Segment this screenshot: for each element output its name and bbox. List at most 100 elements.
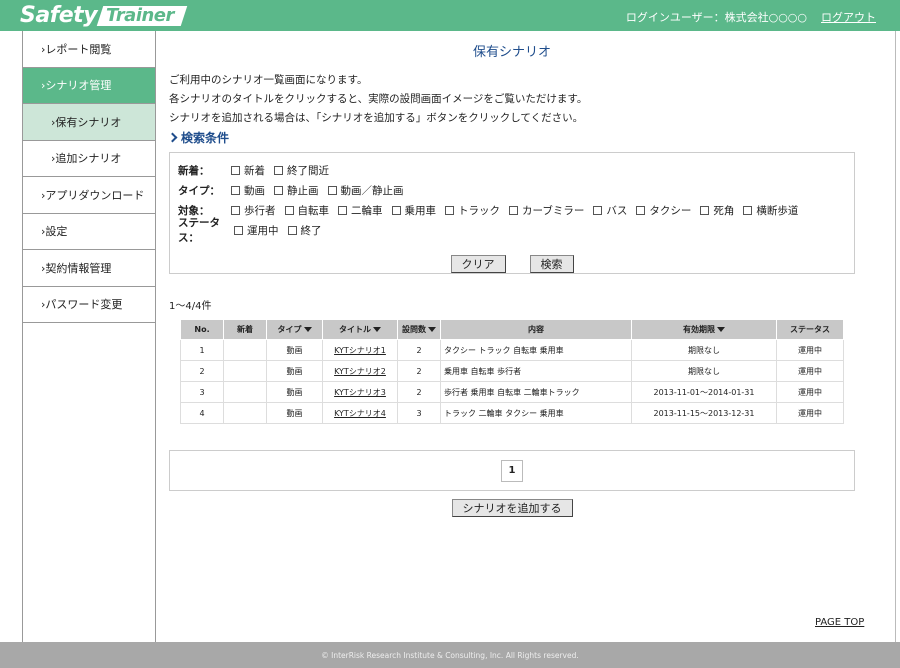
checkbox-blind-spot[interactable]: 死角 xyxy=(700,203,734,218)
pager: 1 xyxy=(169,450,855,491)
page-number-current[interactable]: 1 xyxy=(501,459,523,482)
logout-link[interactable]: ログアウト xyxy=(821,9,876,25)
checkbox-icon[interactable] xyxy=(327,185,337,195)
sidebar-item-additional-scenarios[interactable]: ›追加シナリオ xyxy=(23,140,155,177)
safety-trainer-logo[interactable]: Safety Trainer xyxy=(20,2,188,29)
checkbox-icon[interactable] xyxy=(274,165,283,175)
scenario-title-link[interactable]: KYTシナリオ2 xyxy=(334,367,386,376)
checkbox-label: 歩行者 xyxy=(244,204,276,217)
sidebar-item-password-change[interactable]: ›パスワード変更 xyxy=(23,286,155,323)
checkbox-motorcycle[interactable]: 二輪車 xyxy=(338,203,383,218)
sidebar-item-scenario-management[interactable]: ›シナリオ管理 xyxy=(23,67,155,104)
clear-button[interactable]: クリア xyxy=(450,255,506,273)
checkbox-truck[interactable]: トラック xyxy=(445,203,500,218)
checkbox-ending-soon[interactable]: 終了間近 xyxy=(274,163,329,178)
page-top-link[interactable]: PAGE TOP xyxy=(815,617,864,628)
logo-trainer-box: Trainer xyxy=(96,5,188,26)
checkbox-car[interactable]: 乗用車 xyxy=(391,203,436,218)
col-header-content: 内容 xyxy=(440,319,632,340)
checkbox-icon[interactable] xyxy=(231,165,240,175)
cell-new xyxy=(223,402,267,424)
scenario-title-link[interactable]: KYTシナリオ4 xyxy=(334,409,386,418)
checkbox-bus[interactable]: バス xyxy=(593,203,627,218)
cell-no: 1 xyxy=(180,339,224,361)
description-line: 各シナリオのタイトルをクリックすると、実際の設問画面イメージをご覧いただけます。 xyxy=(169,93,588,105)
col-header-new: 新着 xyxy=(223,319,267,340)
sort-down-icon[interactable] xyxy=(428,327,436,332)
checkbox-icon[interactable] xyxy=(231,185,240,195)
sidebar-item-report[interactable]: ›レポート閲覧 xyxy=(23,31,155,68)
scenario-title-link[interactable]: KYTシナリオ3 xyxy=(334,388,386,397)
col-header-expiry[interactable]: 有効期限 xyxy=(631,319,777,340)
table-header-row: No. 新着 タイプ タイトル 設問数 内容 有効期限 ステータス xyxy=(180,319,844,340)
checkbox-label: バス xyxy=(606,204,628,217)
sidebar-item-app-download[interactable]: ›アプリダウンロード xyxy=(23,177,155,214)
search-button[interactable]: 検索 xyxy=(529,255,574,273)
header-user-area: ログインユーザー：株式会社○○○○ ログアウト xyxy=(626,9,876,25)
col-header-status: ステータス xyxy=(776,319,844,340)
sidebar-item-settings[interactable]: ›設定 xyxy=(23,213,155,250)
checkbox-pedestrian[interactable]: 歩行者 xyxy=(231,203,276,218)
checkbox-bicycle[interactable]: 自転車 xyxy=(284,203,329,218)
filter-row-new: 新着： 新着 終了間近 xyxy=(178,160,846,180)
cell-expiry: 2013-11-15～2013-12-31 xyxy=(631,402,777,424)
cell-status: 運用中 xyxy=(776,402,844,424)
add-scenario-button[interactable]: シナリオを追加する xyxy=(451,499,573,517)
checkbox-new[interactable]: 新着 xyxy=(231,163,265,178)
table-row: 3 動画 KYTシナリオ3 2 歩行者 乗用車 自転車 二輪車トラック 2013… xyxy=(180,381,844,403)
scenario-title-link[interactable]: KYTシナリオ1 xyxy=(334,346,386,355)
header-bar: Safety Trainer ログインユーザー：株式会社○○○○ ログアウト xyxy=(0,0,900,31)
checkbox-icon[interactable] xyxy=(287,225,297,235)
checkbox-crosswalk[interactable]: 横断歩道 xyxy=(743,203,798,218)
cell-content: 歩行者 乗用車 自転車 二輪車トラック xyxy=(440,381,632,403)
checkbox-video[interactable]: 動画 xyxy=(231,183,265,198)
checkbox-label: 動画／静止画 xyxy=(340,184,404,197)
cell-question-count: 2 xyxy=(397,360,441,382)
col-header-type[interactable]: タイプ xyxy=(266,319,323,340)
checkbox-icon[interactable] xyxy=(636,205,646,215)
cell-question-count: 3 xyxy=(397,402,441,424)
main-content: 保有シナリオ ご利用中のシナリオ一覧画面になります。 各シナリオのタイトルをクリ… xyxy=(167,31,855,517)
checkbox-icon[interactable] xyxy=(391,205,401,215)
col-header-title[interactable]: タイトル xyxy=(322,319,398,340)
checkbox-taxi[interactable]: タクシー xyxy=(636,203,691,218)
sidebar-divider xyxy=(155,31,156,642)
checkbox-video-still[interactable]: 動画／静止画 xyxy=(327,183,404,198)
search-panel: 新着： 新着 終了間近 タイプ： 動画 静止画 動画／静止画 対象： 歩行者 自… xyxy=(169,152,855,274)
sort-down-icon[interactable] xyxy=(373,327,381,332)
result-count: 1〜4/4件 xyxy=(169,301,212,312)
table-row: 4 動画 KYTシナリオ4 3 トラック 二輪車 タクシー 乗用車 2013-1… xyxy=(180,402,844,424)
checkbox-icon[interactable] xyxy=(338,205,347,215)
filter-label: 新着： xyxy=(178,164,210,177)
filter-label: タイプ： xyxy=(178,184,220,197)
checkbox-still[interactable]: 静止画 xyxy=(274,183,319,198)
col-header-question-count[interactable]: 設問数 xyxy=(397,319,441,340)
checkbox-label: タクシー xyxy=(649,204,692,217)
checkbox-icon[interactable] xyxy=(231,205,240,215)
checkbox-ended[interactable]: 終了 xyxy=(287,223,322,238)
cell-expiry: 期限なし xyxy=(631,360,777,382)
checkbox-icon[interactable] xyxy=(445,205,454,215)
sort-down-icon[interactable] xyxy=(303,327,312,332)
checkbox-label: 動画 xyxy=(244,184,265,197)
cell-question-count: 2 xyxy=(397,381,441,403)
sidebar-item-contract-info[interactable]: ›契約情報管理 xyxy=(23,250,155,287)
checkbox-icon[interactable] xyxy=(234,225,243,235)
table-row: 1 動画 KYTシナリオ1 2 タクシー トラック 自転車 乗用車 期限なし 運… xyxy=(180,339,844,361)
checkbox-active[interactable]: 運用中 xyxy=(234,223,279,238)
sidebar: ›レポート閲覧 ›シナリオ管理 ›保有シナリオ ›追加シナリオ ›アプリダウンロ… xyxy=(23,31,155,323)
checkbox-icon[interactable] xyxy=(700,205,710,215)
checkbox-icon[interactable] xyxy=(284,205,294,215)
checkbox-icon[interactable] xyxy=(593,205,603,215)
checkbox-icon[interactable] xyxy=(743,205,753,215)
checkbox-curve-mirror[interactable]: カーブミラー xyxy=(509,203,584,218)
sort-down-icon[interactable] xyxy=(717,327,725,332)
checkbox-label: 終了 xyxy=(300,224,322,237)
search-buttons: クリア 検索 xyxy=(178,255,846,273)
checkbox-icon[interactable] xyxy=(509,205,518,215)
cell-expiry: 2013-11-01～2014-01-31 xyxy=(631,381,777,403)
checkbox-icon[interactable] xyxy=(274,185,283,195)
cell-type: 動画 xyxy=(266,402,323,424)
cell-status: 運用中 xyxy=(776,360,844,382)
sidebar-item-owned-scenarios[interactable]: ›保有シナリオ xyxy=(23,104,155,141)
